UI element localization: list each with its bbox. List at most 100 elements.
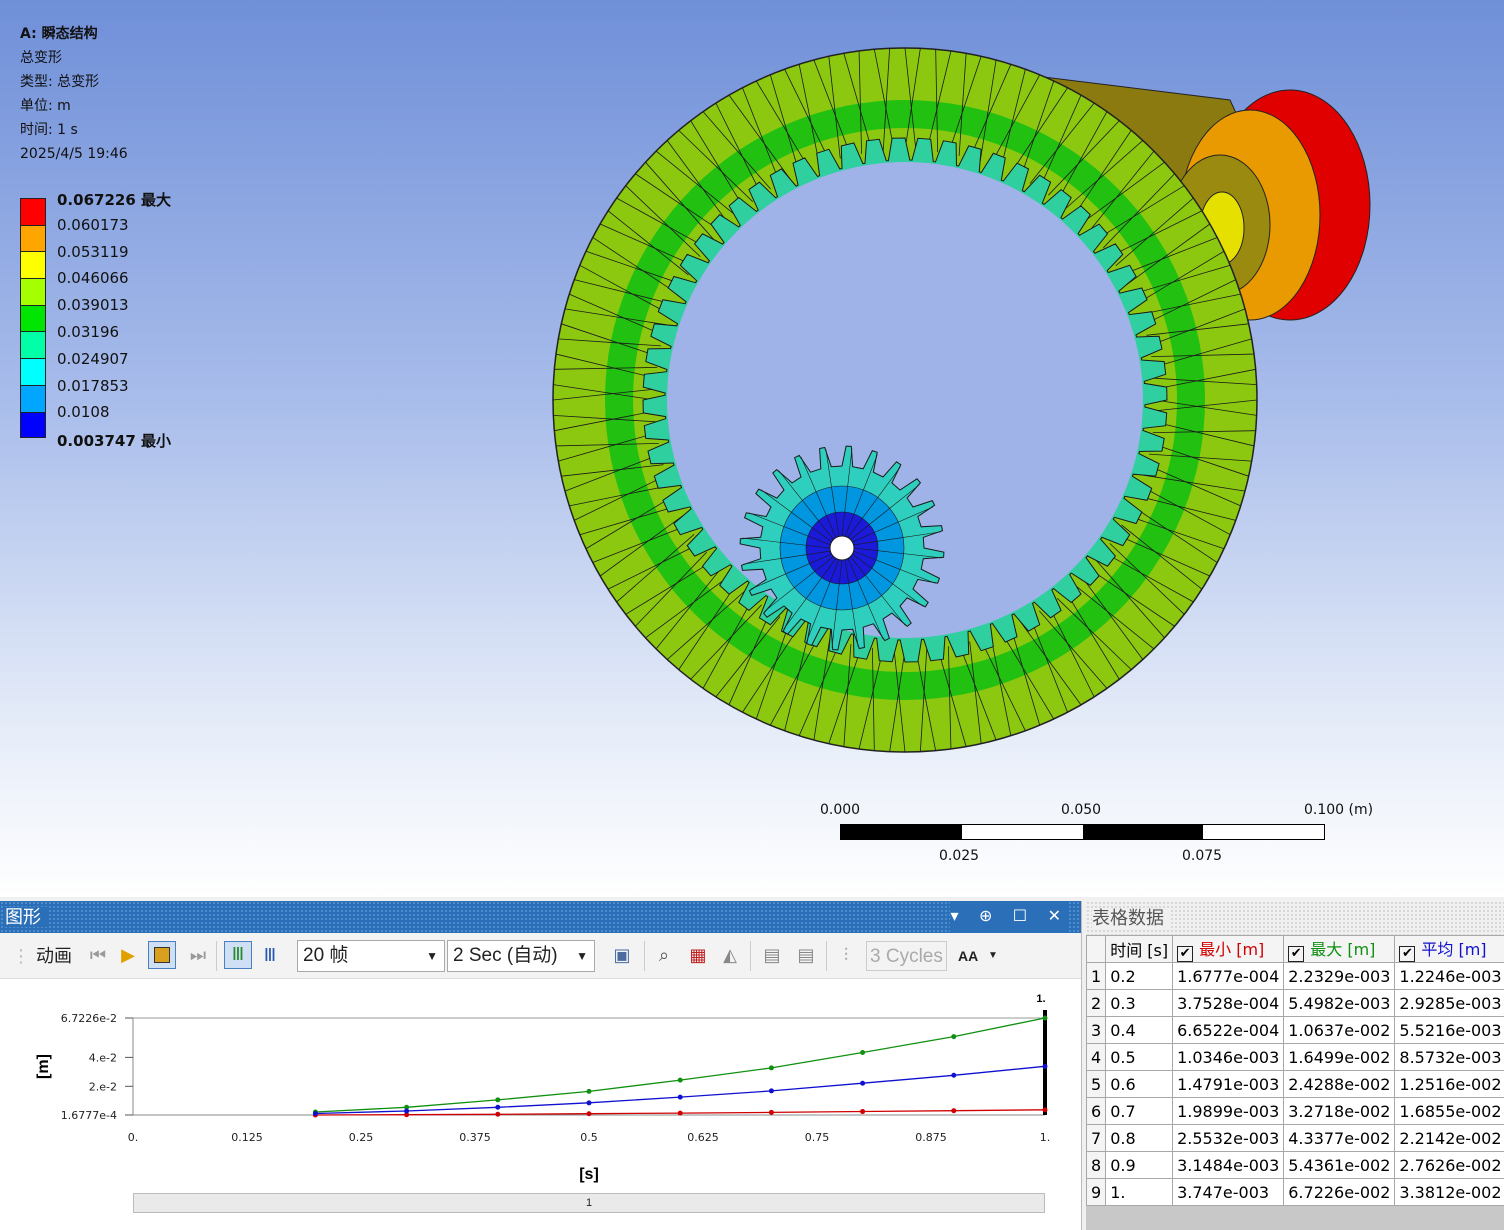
graphics-viewport[interactable]: A: 瞬态结构 总变形 类型: 总变形 单位: m 时间: 1 s 2025/4… <box>0 0 1504 897</box>
series-point <box>677 1110 683 1116</box>
table-cell: 2.9285e-003 <box>1394 989 1504 1017</box>
table-cell: 3.7528e-004 <box>1172 989 1285 1017</box>
table-cell: 1.0346e-003 <box>1172 1043 1285 1071</box>
tabular-data-panel: 表格数据 时间 [s] ✔ 最小 [m] ✔ 最大 [m] ✔ 平均 [m] 1 0.2… <box>1085 901 1504 1230</box>
table-header-row: 时间 [s] ✔ 最小 [m] ✔ 最大 [m] ✔ 平均 [m] <box>1085 935 1504 963</box>
zoom-icon[interactable]: ⌕ <box>652 943 676 967</box>
series-point <box>586 1088 592 1094</box>
col-header-time: 时间 [s] <box>1105 935 1174 963</box>
col-header-avg[interactable]: ✔ 平均 [m] <box>1394 935 1504 963</box>
y-tick-label: 2.e-2 <box>89 1080 117 1093</box>
x-axis-label: [s] <box>579 1166 599 1183</box>
table-cell: 4.3377e-002 <box>1283 1124 1396 1152</box>
table-cell: 1.4791e-003 <box>1172 1070 1285 1098</box>
table-cell: 0.5 <box>1105 1043 1174 1071</box>
scale-bar <box>840 824 1325 840</box>
antialias-button[interactable]: AA <box>958 941 978 971</box>
series-point <box>404 1108 410 1114</box>
x-tick-label: 0.25 <box>349 1131 374 1144</box>
table-row[interactable]: 8 0.9 3.1484e-003 5.4361e-002 2.7626e-002 <box>1085 1151 1504 1179</box>
series-point <box>586 1100 592 1106</box>
table-cell: 2.5532e-003 <box>1172 1124 1285 1152</box>
graph-panel-title: 图形 <box>5 907 47 927</box>
checkbox-icon[interactable]: ✔ <box>1288 946 1305 962</box>
cycles-field[interactable]: 3 Cycles <box>866 941 947 971</box>
table-cell: 1.6855e-002 <box>1394 1097 1504 1125</box>
col-header-max[interactable]: ✔ 最大 [m] <box>1283 935 1396 963</box>
cycles-icon[interactable]: ⫶ <box>834 943 858 967</box>
table-cell: 1.0637e-002 <box>1283 1016 1396 1044</box>
series-point <box>1042 1107 1048 1113</box>
checkbox-icon[interactable]: ✔ <box>1399 946 1416 962</box>
play-icon[interactable]: ▶ <box>116 943 140 967</box>
frames-select[interactable]: 20 帧 ▼ <box>297 940 445 972</box>
distributed-frames-icon[interactable]: Ⅲ <box>224 941 252 969</box>
series-point <box>677 1077 683 1083</box>
table-row[interactable]: 6 0.7 1.9899e-003 3.2718e-002 1.6855e-002 <box>1085 1097 1504 1125</box>
row-index-cell: 7 <box>1085 1124 1107 1152</box>
series-point <box>951 1034 957 1040</box>
table-cell: 2.2142e-002 <box>1394 1124 1504 1152</box>
series-point <box>1042 1015 1048 1021</box>
x-tick-label: 0.125 <box>231 1131 263 1144</box>
grip-icon: ⋮ <box>12 946 30 966</box>
scale-label-100: 0.100 (m) <box>1304 802 1374 818</box>
result-sets-icon[interactable]: Ⅲ <box>258 943 282 967</box>
row-index-cell: 8 <box>1085 1151 1107 1179</box>
gear-assembly[interactable] <box>552 47 1371 753</box>
table-cell: 5.4982e-003 <box>1283 989 1396 1017</box>
x-tick-label: 0.875 <box>915 1131 947 1144</box>
checkbox-icon[interactable]: ✔ <box>1177 946 1194 962</box>
series-point <box>768 1065 774 1071</box>
model-render[interactable] <box>0 0 1504 897</box>
table-cell: 1.9899e-003 <box>1172 1097 1285 1125</box>
x-tick-label: 0.375 <box>459 1131 491 1144</box>
table-cell: 1.6499e-002 <box>1283 1043 1396 1071</box>
series-point <box>586 1111 592 1117</box>
eraser-icon[interactable]: ◭ <box>718 943 742 967</box>
table-cell: 6.7226e-002 <box>1283 1178 1396 1206</box>
panel-window-controls[interactable]: ▾ ⊕ ☐ ✕ <box>950 901 1069 933</box>
row-index-cell: 6 <box>1085 1097 1107 1125</box>
chart-axes: 6.7226e-2 4.e-2 2.e-2 1.6777e-4 0. 0.125 0.25 0… <box>35 1012 1050 1183</box>
table-row[interactable]: 2 0.3 3.7528e-004 5.4982e-003 2.9285e-003 <box>1085 989 1504 1017</box>
table-cell: 3.3812e-002 <box>1394 1178 1504 1206</box>
series-point <box>312 1110 318 1116</box>
mesh-element <box>829 535 855 561</box>
table-cell: 2.4288e-002 <box>1283 1070 1396 1098</box>
deformation-chart[interactable]: 6.7226e-2 4.e-2 2.e-2 1.6777e-4 0. 0.125 0.25 0… <box>0 981 1080 1191</box>
table-row[interactable]: 5 0.6 1.4791e-003 2.4288e-002 1.2516e-002 <box>1085 1070 1504 1098</box>
duration-select[interactable]: 2 Sec (自动) ▼ <box>447 940 595 972</box>
time-scrollbar[interactable]: 1 <box>133 1193 1045 1213</box>
table-cell: 0.6 <box>1105 1070 1174 1098</box>
report-icon[interactable]: ▤ <box>760 943 784 967</box>
step-forward-icon[interactable]: ⏭ <box>186 943 210 967</box>
graph-panel: 图形 ▾ ⊕ ☐ ✕ ⋮ 动画 ⏮ ▶ ⏭ Ⅲ Ⅲ 20 帧 ▼ 2 Sec (自… <box>0 901 1082 1230</box>
antialias-dropdown-icon[interactable]: ▼ <box>988 941 998 971</box>
step-back-icon[interactable]: ⏮ <box>86 943 110 967</box>
report-copy-icon[interactable]: ▤ <box>794 943 818 967</box>
col-header-min[interactable]: ✔ 最小 [m] <box>1172 935 1285 963</box>
table-row[interactable]: 7 0.8 2.5532e-003 4.3377e-002 2.2142e-002 <box>1085 1124 1504 1152</box>
export-video-icon[interactable]: ▣ <box>610 943 634 967</box>
table-cell: 1.6777e-004 <box>1172 962 1285 990</box>
table-cell: 0.9 <box>1105 1151 1174 1179</box>
table-row[interactable]: 3 0.4 6.6522e-004 1.0637e-002 5.5216e-003 <box>1085 1016 1504 1044</box>
y-axis-label: [m] <box>35 1054 52 1079</box>
table-row[interactable]: 1 0.2 1.6777e-004 2.2329e-003 1.2246e-003 <box>1085 962 1504 990</box>
graph-panel-titlebar: 图形 ▾ ⊕ ☐ ✕ <box>0 901 1081 933</box>
x-tick-label: 0.5 <box>580 1131 598 1144</box>
table-row[interactable]: 4 0.5 1.0346e-003 1.6499e-002 8.5732e-003 <box>1085 1043 1504 1071</box>
chart-grid-icon[interactable]: ▦ <box>686 943 710 967</box>
table-cell: 1.2246e-003 <box>1394 962 1504 990</box>
row-index-cell: 1 <box>1085 962 1107 990</box>
table-cell: 5.5216e-003 <box>1394 1016 1504 1044</box>
stop-button[interactable] <box>148 941 176 969</box>
table-cell: 0.2 <box>1105 962 1174 990</box>
series-point <box>1042 1063 1048 1069</box>
row-index-cell: 5 <box>1085 1070 1107 1098</box>
row-index-cell: 2 <box>1085 989 1107 1017</box>
table-row[interactable]: 9 1. 3.747e-003 6.7226e-002 3.3812e-002 <box>1085 1178 1504 1206</box>
series-point <box>768 1088 774 1094</box>
table-cell: 3.1484e-003 <box>1172 1151 1285 1179</box>
